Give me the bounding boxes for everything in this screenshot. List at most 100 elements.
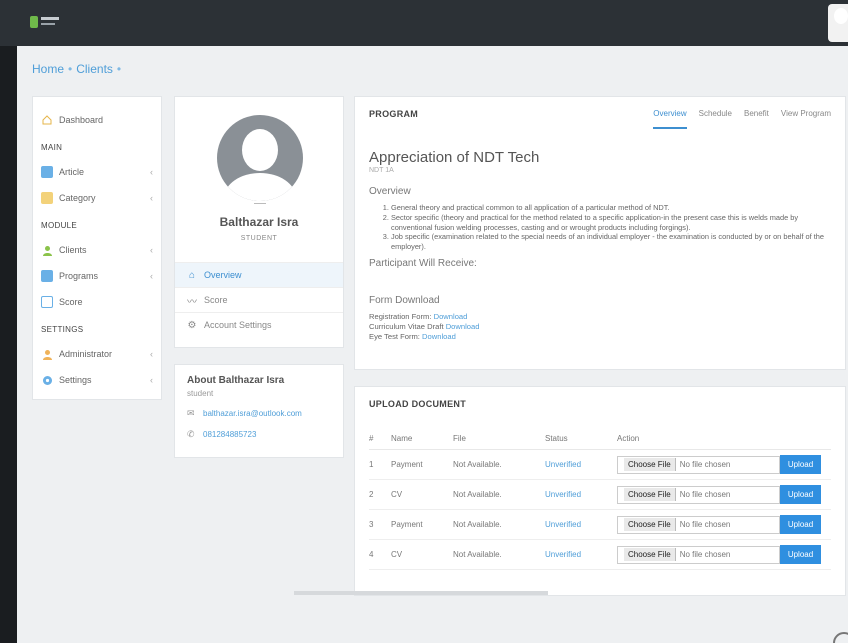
status-badge: Unverified <box>545 539 617 570</box>
about-phone-row: ✆ 081284885723 <box>187 429 331 440</box>
course-code: NDT 1A <box>369 167 394 174</box>
status-badge: Unverified <box>545 479 617 510</box>
profile-menu-score[interactable]: 〰 Score <box>175 287 343 312</box>
sidebar-item-label: Settings <box>59 375 92 385</box>
tab-schedule[interactable]: Schedule <box>699 109 732 129</box>
divider <box>254 203 266 204</box>
phone-icon: ✆ <box>187 429 195 439</box>
sidebar-item-label: Category <box>59 193 96 203</box>
home-icon <box>41 114 53 126</box>
download-link[interactable]: Download <box>434 312 468 321</box>
sidebar-heading-main: MAIN <box>41 143 63 152</box>
program-heading: PROGRAM <box>369 109 419 119</box>
chevron-left-icon: ‹ <box>150 245 153 255</box>
users-icon <box>41 244 53 256</box>
status-badge: Unverified <box>545 509 617 540</box>
form-download-list: Registration Form: Download Curriculum V… <box>369 312 831 343</box>
sidebar-item-dashboard[interactable]: Dashboard <box>41 107 153 133</box>
main-content: Home • Clients • Dashboard MAIN Article ‹ C… <box>17 46 848 643</box>
table-row: 1 Payment Not Available. Unverified Choo… <box>369 449 831 480</box>
profile-card: Balthazar Isra STUDENT ⌂ Overview 〰 Scor… <box>174 96 344 348</box>
form-row: Eye Test Form: Download <box>369 332 456 342</box>
choose-file-button[interactable]: Choose File <box>624 458 676 471</box>
sidebar-heading-settings: SETTINGS <box>41 325 84 334</box>
sidebar-item-article[interactable]: Article ‹ <box>41 159 153 185</box>
table-row: 2 CV Not Available. Unverified Choose Fi… <box>369 479 831 510</box>
sidebar-item-programs[interactable]: Programs ‹ <box>41 263 153 289</box>
about-phone[interactable]: 081284885723 <box>203 430 256 439</box>
programs-icon <box>41 270 53 282</box>
file-input[interactable]: Choose File No file chosen <box>617 455 780 474</box>
top-navbar <box>0 0 848 46</box>
breadcrumb-home[interactable]: Home <box>32 62 64 76</box>
breadcrumb-clients[interactable]: Clients <box>76 62 113 76</box>
tab-benefit[interactable]: Benefit <box>744 109 769 129</box>
gear-icon: ⚙ <box>187 319 197 331</box>
about-title: About Balthazar Isra <box>187 375 285 386</box>
about-card: About Balthazar Isra student ✉ balthazar… <box>174 364 344 458</box>
table-row: 3 Payment Not Available. Unverified Choo… <box>369 509 831 540</box>
upload-button[interactable]: Upload <box>780 455 821 474</box>
choose-file-button[interactable]: Choose File <box>624 548 676 561</box>
profile-menu-label: Score <box>204 295 228 305</box>
user-icon <box>41 348 53 360</box>
upload-button[interactable]: Upload <box>780 485 821 504</box>
choose-file-button[interactable]: Choose File <box>624 488 676 501</box>
tab-view-program[interactable]: View Program <box>781 109 831 129</box>
app-logo[interactable] <box>30 16 60 28</box>
sidebar-item-label: Administrator <box>59 349 113 359</box>
program-card: PROGRAM Overview Schedule Benefit View P… <box>354 96 846 370</box>
form-download-heading: Form Download <box>369 294 440 306</box>
profile-menu-label: Overview <box>204 270 242 280</box>
sidebar-item-administrator[interactable]: Administrator ‹ <box>41 341 153 367</box>
profile-role: STUDENT <box>240 235 278 242</box>
article-icon <box>41 166 53 178</box>
chevron-left-icon: ‹ <box>150 349 153 359</box>
chevron-left-icon: ‹ <box>150 375 153 385</box>
download-link[interactable]: Download <box>446 322 480 331</box>
user-avatar[interactable] <box>828 4 848 42</box>
home-icon: ⌂ <box>188 269 196 281</box>
sidebar-item-clients[interactable]: Clients ‹ <box>41 237 153 263</box>
about-email[interactable]: balthazar.isra@outlook.com <box>203 409 302 418</box>
calendar-icon <box>41 296 53 308</box>
sidebar: Dashboard MAIN Article ‹ Category ‹ MODU… <box>32 96 162 400</box>
column-header: Name <box>391 434 453 450</box>
program-tabs: Overview Schedule Benefit View Program <box>641 109 831 129</box>
file-input[interactable]: Choose File No file chosen <box>617 515 780 534</box>
choose-file-button[interactable]: Choose File <box>624 518 676 531</box>
profile-menu-overview[interactable]: ⌂ Overview <box>175 262 343 287</box>
trend-icon: 〰 <box>187 296 197 308</box>
download-link[interactable]: Download <box>422 332 456 341</box>
upload-button[interactable]: Upload <box>780 515 821 534</box>
list-item: General theory and practical common to a… <box>391 203 831 213</box>
profile-menu-account-settings[interactable]: ⚙ Account Settings <box>175 312 343 337</box>
overview-heading: Overview <box>369 186 411 197</box>
tab-overview[interactable]: Overview <box>653 109 687 129</box>
file-input[interactable]: Choose File No file chosen <box>617 485 780 504</box>
profile-picture <box>217 115 303 201</box>
file-input[interactable]: Choose File No file chosen <box>617 545 780 564</box>
column-header: # <box>369 434 391 450</box>
sidebar-item-settings[interactable]: Settings ‹ <box>41 367 153 393</box>
sidebar-item-label: Programs <box>59 271 99 281</box>
form-row: Curriculum Vitae Draft Download <box>369 322 480 332</box>
chevron-left-icon: ‹ <box>150 271 153 281</box>
profile-menu-label: Account Settings <box>204 320 272 330</box>
list-item: Job specific (examination related to the… <box>391 232 831 252</box>
sidebar-item-label: Clients <box>59 245 87 255</box>
upload-table: # Name File Status Action 1 Payment Not … <box>369 434 831 570</box>
sidebar-item-category[interactable]: Category ‹ <box>41 185 153 211</box>
about-email-row: ✉ balthazar.isra@outlook.com <box>187 408 331 419</box>
form-row: Registration Form: Download <box>369 311 468 321</box>
sidebar-item-score[interactable]: Score <box>41 289 153 315</box>
upload-button[interactable]: Upload <box>780 545 821 564</box>
overview-list: General theory and practical common to a… <box>369 203 831 252</box>
column-header: Action <box>617 434 831 450</box>
folder-icon <box>41 192 53 204</box>
left-edge-strip <box>0 46 17 643</box>
column-header: Status <box>545 434 617 450</box>
envelope-icon: ✉ <box>187 408 195 418</box>
table-header-row: # Name File Status Action <box>369 434 831 450</box>
upload-heading: UPLOAD DOCUMENT <box>369 399 466 409</box>
